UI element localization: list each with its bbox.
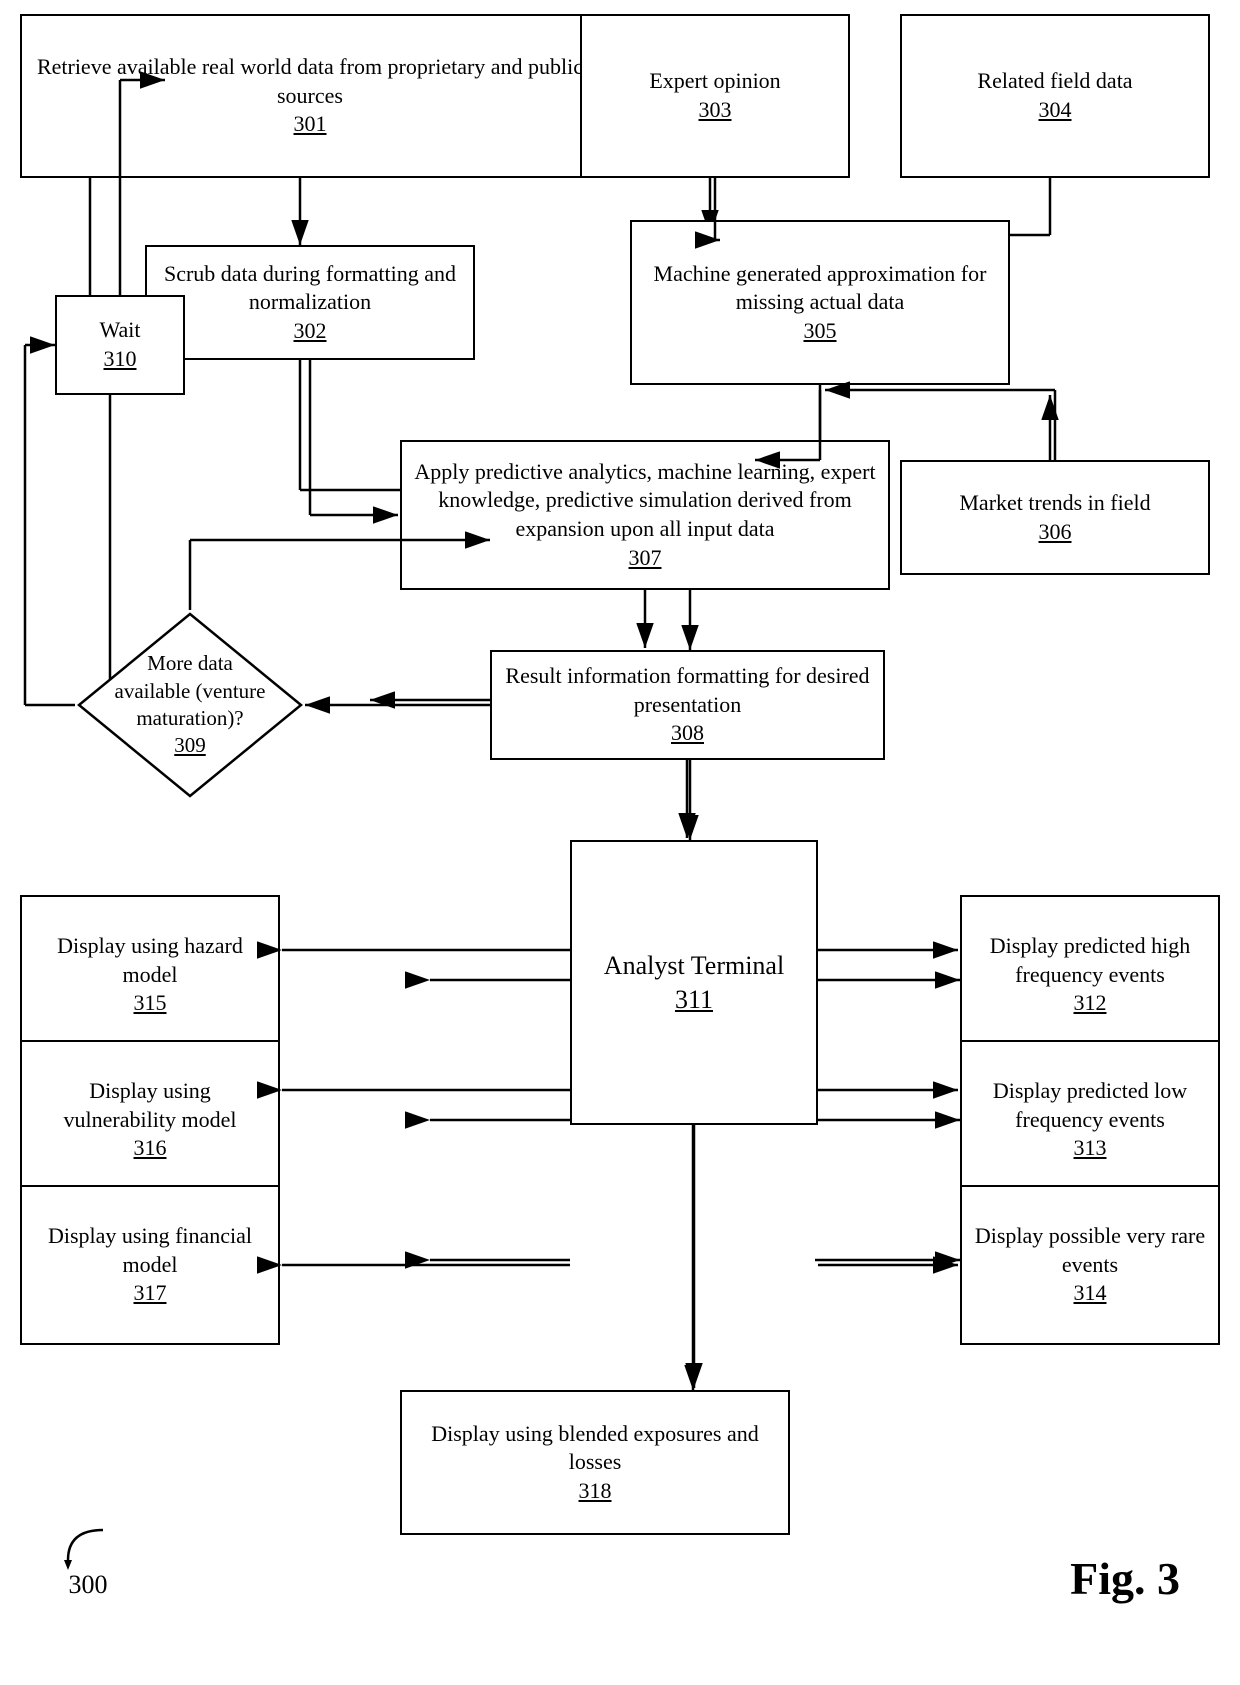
box-306-ref: 306: [1039, 518, 1072, 547]
box-304-ref: 304: [1039, 96, 1072, 125]
box-303: Expert opinion 303: [580, 14, 850, 178]
box-318-label: Display using blended exposures and loss…: [414, 1420, 776, 1477]
box-318: Display using blended exposures and loss…: [400, 1390, 790, 1535]
box-310: Wait 310: [55, 295, 185, 395]
box-314-ref: 314: [1074, 1279, 1107, 1308]
box-307-ref: 307: [629, 544, 662, 573]
box-308-label: Result information formatting for desire…: [504, 662, 871, 719]
box-313-ref: 313: [1074, 1134, 1107, 1163]
diamond-309-label: More data available (venture maturation)…: [115, 651, 266, 730]
box-315-label: Display using hazard model: [34, 932, 266, 989]
box-305-ref: 305: [804, 317, 837, 346]
box-313-label: Display predicted low frequency events: [974, 1077, 1206, 1134]
box-302-ref: 302: [294, 317, 327, 346]
diamond-309: More data available (venture maturation)…: [75, 610, 305, 800]
box-315: Display using hazard model 315: [20, 895, 280, 1055]
ref-300-label: 300: [69, 1570, 108, 1600]
curved-arrow-300: [58, 1520, 118, 1570]
box-301-label: Retrieve available real world data from …: [34, 53, 586, 110]
box-314: Display possible very rare events 314: [960, 1185, 1220, 1345]
box-313: Display predicted low frequency events 3…: [960, 1040, 1220, 1200]
box-317-ref: 317: [134, 1279, 167, 1308]
box-302: Scrub data during formatting and normali…: [145, 245, 475, 360]
box-306-label: Market trends in field: [959, 489, 1150, 518]
diamond-309-ref: 309: [174, 733, 206, 757]
box-305-label: Machine generated approximation for miss…: [644, 260, 996, 317]
box-306: Market trends in field 306: [900, 460, 1210, 575]
box-316: Display using vulnerability model 316: [20, 1040, 280, 1200]
box-311-ref: 311: [675, 983, 713, 1017]
box-304-label: Related field data: [977, 67, 1132, 96]
box-308: Result information formatting for desire…: [490, 650, 885, 760]
box-317-label: Display using financial model: [34, 1222, 266, 1279]
ref-300-group: 300: [58, 1520, 118, 1600]
box-316-ref: 316: [134, 1134, 167, 1163]
box-302-label: Scrub data during formatting and normali…: [159, 260, 461, 317]
box-315-ref: 315: [134, 989, 167, 1018]
box-303-label: Expert opinion: [649, 67, 780, 96]
box-316-label: Display using vulnerability model: [34, 1077, 266, 1134]
box-310-label: Wait: [100, 316, 141, 345]
box-308-ref: 308: [671, 719, 704, 748]
diagram: Retrieve available real world data from …: [0, 0, 1240, 1685]
box-310-ref: 310: [104, 345, 137, 374]
box-314-label: Display possible very rare events: [974, 1222, 1206, 1279]
box-301-ref: 301: [294, 110, 327, 139]
box-312-ref: 312: [1074, 989, 1107, 1018]
box-303-ref: 303: [699, 96, 732, 125]
box-312: Display predicted high frequency events …: [960, 895, 1220, 1055]
fig-label: Fig. 3: [1070, 1552, 1180, 1605]
box-311-label: Analyst Terminal: [604, 949, 784, 983]
box-307-label: Apply predictive analytics, machine lear…: [414, 458, 876, 544]
box-301: Retrieve available real world data from …: [20, 14, 600, 178]
box-307: Apply predictive analytics, machine lear…: [400, 440, 890, 590]
box-312-label: Display predicted high frequency events: [974, 932, 1206, 989]
box-318-ref: 318: [579, 1477, 612, 1506]
box-304: Related field data 304: [900, 14, 1210, 178]
box-311: Analyst Terminal 311: [570, 840, 818, 1125]
box-317: Display using financial model 317: [20, 1185, 280, 1345]
box-305: Machine generated approximation for miss…: [630, 220, 1010, 385]
